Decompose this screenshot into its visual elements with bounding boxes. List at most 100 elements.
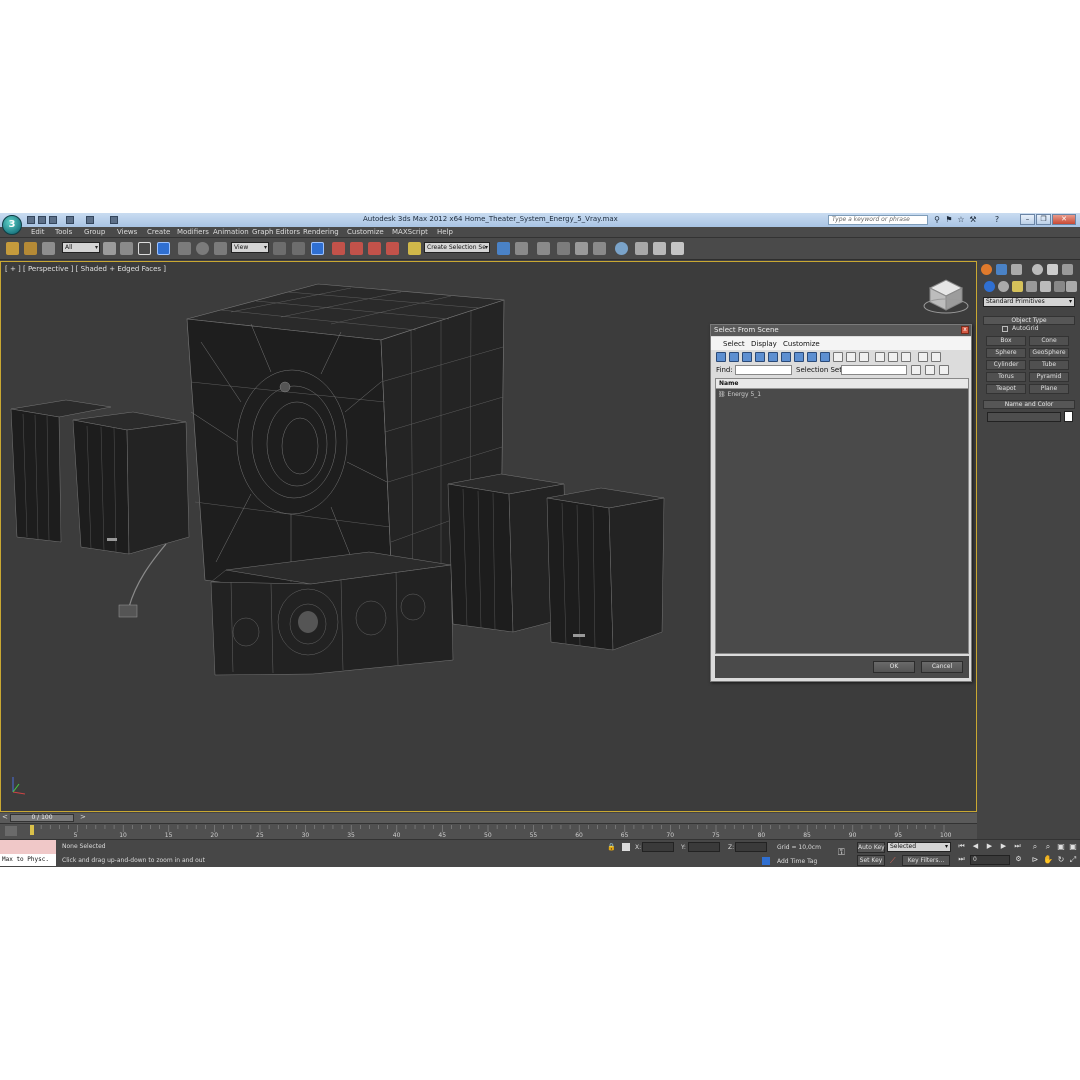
subscription-icon[interactable]: ⚒ — [969, 216, 977, 224]
undo-icon[interactable] — [66, 216, 74, 224]
select-and-scale-icon[interactable] — [214, 242, 227, 255]
display-shapes-icon[interactable] — [729, 352, 739, 362]
list-item[interactable]: ⛓ Energy 5_1 — [718, 391, 761, 398]
layer-manager-icon[interactable] — [537, 242, 550, 255]
lock-selection-icon[interactable]: 🔒 — [607, 843, 616, 851]
display-space-warps-icon[interactable] — [781, 352, 791, 362]
key-filters-button[interactable]: Key Filters... — [902, 855, 950, 866]
set-keys-icon[interactable]: ⟋ — [890, 856, 896, 866]
go-to-start-icon[interactable]: ⏮ — [957, 842, 966, 851]
time-slider-thumb[interactable]: 0 / 100 — [10, 814, 74, 822]
communication-center-icon[interactable]: ⚑ — [945, 216, 953, 224]
previous-key-icon[interactable]: ◀ — [971, 842, 980, 851]
plane-button[interactable]: Plane — [1029, 384, 1069, 394]
percent-snap-icon[interactable] — [368, 242, 381, 255]
named-selection-dropdown[interactable]: Create Selection Se ▾ — [424, 242, 490, 253]
help-icon[interactable]: ? — [993, 216, 1001, 224]
new-file-icon[interactable] — [27, 216, 35, 224]
current-frame-field[interactable]: 0 — [970, 855, 1010, 865]
right-satellite-speaker-front[interactable] — [546, 487, 665, 651]
edit-named-selection-icon[interactable] — [408, 242, 421, 255]
absolute-mode-icon[interactable] — [622, 843, 630, 851]
key-mode-toggle-icon[interactable]: ⏭ — [957, 855, 966, 864]
menu-tools[interactable]: Tools — [55, 228, 72, 236]
maximize-button[interactable]: ❐ — [1036, 214, 1051, 225]
select-by-name-icon[interactable] — [120, 242, 133, 255]
app-logo-icon[interactable]: 3 — [2, 215, 22, 235]
project-folder-icon[interactable] — [110, 216, 118, 224]
material-editor-icon[interactable] — [615, 242, 628, 255]
snaps-toggle-icon[interactable] — [332, 242, 345, 255]
hierarchy-tab-icon[interactable] — [1011, 264, 1022, 275]
teapot-button[interactable]: Teapot — [986, 384, 1026, 394]
zoom-all-icon[interactable]: ⌕ — [1043, 842, 1053, 852]
pan-view-icon[interactable]: ✋ — [1043, 855, 1053, 865]
close-button[interactable]: ✕ — [1052, 214, 1076, 225]
sphere-button[interactable]: Sphere — [986, 348, 1026, 358]
selection-set-dropdown[interactable] — [841, 365, 907, 375]
select-and-rotate-icon[interactable] — [196, 242, 209, 255]
display-tab-icon[interactable] — [1047, 264, 1058, 275]
dialog-menu-display[interactable]: Display — [751, 340, 777, 348]
systems-icon[interactable] — [1066, 281, 1077, 292]
mirror-icon[interactable] — [497, 242, 510, 255]
left-satellite-speaker-front[interactable] — [72, 411, 190, 555]
y-coordinate-field[interactable] — [688, 842, 720, 852]
column-header-name[interactable]: Name — [716, 379, 968, 389]
find-input[interactable] — [735, 365, 792, 375]
pivot-center-icon[interactable] — [273, 242, 286, 255]
helpers-icon[interactable] — [1040, 281, 1051, 292]
x-coordinate-field[interactable] — [642, 842, 674, 852]
time-slider[interactable]: < 0 / 100 > — [0, 813, 977, 823]
render-setup-icon[interactable] — [635, 242, 648, 255]
display-xrefs-icon[interactable] — [807, 352, 817, 362]
previous-frame-icon[interactable]: < — [2, 813, 8, 821]
menu-views[interactable]: Views — [117, 228, 137, 236]
dialog-menu-customize[interactable]: Customize — [783, 340, 820, 348]
cone-button[interactable]: Cone — [1029, 336, 1069, 346]
object-type-rollout[interactable]: Object Type — [983, 316, 1075, 325]
render-production-icon[interactable] — [671, 242, 684, 255]
modify-tab-icon[interactable] — [996, 264, 1007, 275]
unlink-icon[interactable] — [24, 242, 37, 255]
motion-tab-icon[interactable] — [1032, 264, 1043, 275]
menu-create[interactable]: Create — [147, 228, 170, 236]
shapes-icon[interactable] — [998, 281, 1009, 292]
display-cameras-icon[interactable] — [755, 352, 765, 362]
curve-editor-icon[interactable] — [575, 242, 588, 255]
minimize-button[interactable]: – — [1020, 214, 1035, 225]
next-key-icon[interactable]: ▶ — [999, 842, 1008, 851]
tube-button[interactable]: Tube — [1029, 360, 1069, 370]
filter-options-icon[interactable] — [931, 352, 941, 362]
menu-customize[interactable]: Customize — [347, 228, 384, 236]
viewcube-icon[interactable] — [923, 279, 969, 314]
display-lights-icon[interactable] — [742, 352, 752, 362]
graphite-tools-icon[interactable] — [557, 242, 570, 255]
maxscript-listener[interactable] — [0, 840, 56, 854]
field-of-view-icon[interactable]: ⊳ — [1030, 855, 1040, 865]
select-and-link-icon[interactable] — [6, 242, 19, 255]
add-time-tag-label[interactable]: Add Time Tag — [777, 858, 817, 865]
time-configuration-icon[interactable]: ⚙ — [1014, 855, 1023, 864]
select-object-icon[interactable] — [103, 242, 116, 255]
dialog-menu-select[interactable]: Select — [723, 340, 745, 348]
geosphere-button[interactable]: GeoSphere — [1029, 348, 1069, 358]
favorites-icon[interactable]: ☆ — [957, 216, 965, 224]
torus-button[interactable]: Torus — [986, 372, 1026, 382]
next-frame-icon[interactable]: > — [80, 813, 86, 821]
object-name-field[interactable] — [987, 412, 1061, 422]
selection-filter-dropdown[interactable]: All ▾ — [62, 242, 100, 253]
bind-to-space-warp-icon[interactable] — [42, 242, 55, 255]
align-icon[interactable] — [515, 242, 528, 255]
zoom-extents-all-icon[interactable]: ▣ — [1068, 842, 1078, 852]
menu-edit[interactable]: Edit — [31, 228, 45, 236]
utilities-tab-icon[interactable] — [1062, 264, 1073, 275]
display-invert-icon[interactable] — [901, 352, 911, 362]
binoculars-icon[interactable]: ⚲ — [933, 216, 941, 224]
select-from-scene-dialog[interactable]: Select From Scene x Select Display Custo… — [710, 324, 972, 682]
menu-rendering[interactable]: Rendering — [303, 228, 339, 236]
rendered-frame-window-icon[interactable] — [653, 242, 666, 255]
rectangular-selection-icon[interactable] — [138, 242, 151, 255]
object-color-swatch[interactable] — [1064, 411, 1073, 422]
z-coordinate-field[interactable] — [735, 842, 767, 852]
